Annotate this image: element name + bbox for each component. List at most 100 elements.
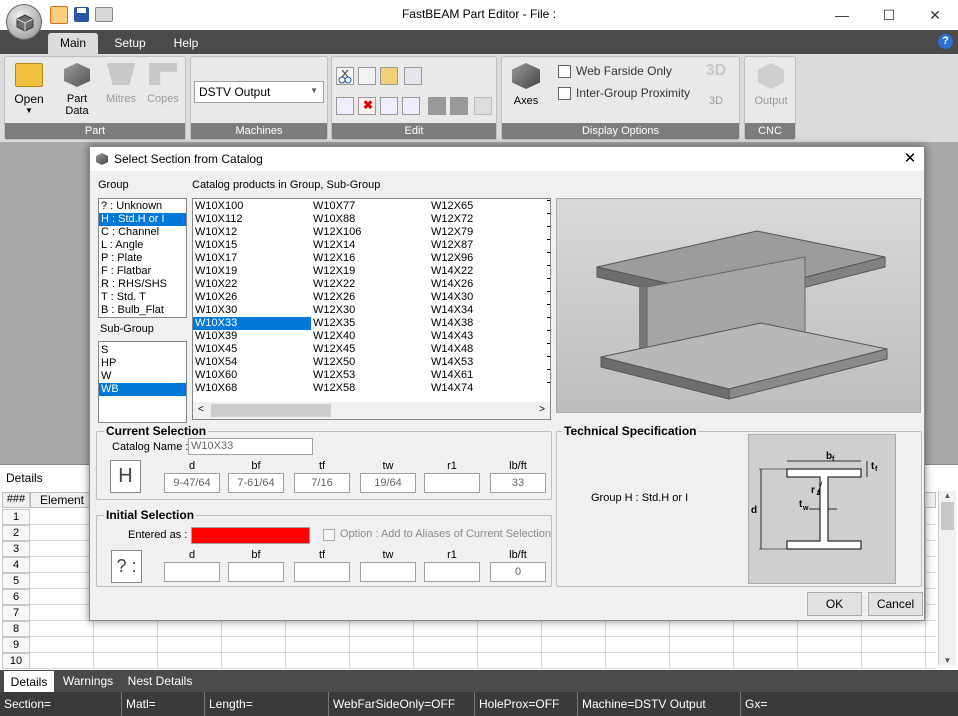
catalog-item[interactable]: W14X38 [429,317,547,330]
current-field-3[interactable]: 19/64 [360,473,416,493]
catalog-item[interactable]: W12X96 [429,252,547,265]
catalog-item[interactable]: W10X39 [193,330,311,343]
catalog-item[interactable]: W10X15 [193,239,311,252]
catalog-item[interactable]: W12X79 [429,226,547,239]
initial-field-3[interactable] [360,562,416,582]
catalog-item[interactable]: W14X43 [429,330,547,343]
maximize-button[interactable]: ☐ [866,0,912,30]
catalog-item[interactable]: W10X26 [193,291,311,304]
catalog-item[interactable]: W14X22 [429,265,547,278]
catalog-item[interactable]: W12X53 [311,369,429,382]
scroll-left-icon[interactable]: < [198,404,204,415]
group-list-item[interactable]: R : RHS/SHS [99,278,186,291]
profile-left-icon[interactable] [428,97,446,115]
catalog-item[interactable]: W12X65 [429,200,547,213]
ok-button[interactable]: OK [807,592,862,616]
group-list-item[interactable]: P : Plate [99,252,186,265]
3d-button[interactable]: 3D 3D [698,61,734,121]
table-row[interactable] [30,637,936,653]
subgroup-list-item[interactable]: S [99,344,186,357]
catalog-item[interactable]: W10X30 [193,304,311,317]
dialog-close-button[interactable]: ✕ [900,149,920,169]
catalog-item[interactable]: W10X77 [311,200,429,213]
initial-field-4[interactable] [424,562,480,582]
part-data-button[interactable]: Part Data [57,61,97,123]
current-field-4[interactable] [424,473,480,493]
catalog-item[interactable]: W10X88 [311,213,429,226]
tab-setup[interactable]: Setup [104,33,156,54]
group-list-item[interactable]: C : Channel [99,226,186,239]
current-field-1[interactable]: 7-61/64 [228,473,284,493]
current-field-0[interactable]: 9-47/64 [164,473,220,493]
catalog-item[interactable]: W10X12 [193,226,311,239]
catalog-item[interactable]: W10X22 [193,278,311,291]
catalog-item[interactable]: W12X58 [311,382,429,395]
catalog-item[interactable]: W10X112 [193,213,311,226]
catalog-item[interactable]: W12X45 [311,343,429,356]
catalog-name-field[interactable]: W10X33 [188,438,313,455]
current-field-2[interactable]: 7/16 [294,473,350,493]
catalog-item[interactable]: W14X61 [429,369,547,382]
subgroup-list-item[interactable]: WB [99,383,186,396]
catalog-item[interactable]: W12X30 [311,304,429,317]
machine-select[interactable]: DSTV Output ▼ [194,81,324,103]
initial-field-1[interactable] [228,562,284,582]
catalog-item[interactable]: W12X35 [311,317,429,330]
initial-field-0[interactable] [164,562,220,582]
vertical-scrollbar[interactable]: ▲ ▼ [938,491,956,665]
copy-icon[interactable] [358,67,376,85]
catalog-item[interactable]: W12X22 [311,278,429,291]
paste-icon[interactable] [380,67,398,85]
scroll-right-icon[interactable]: > [539,404,545,415]
catalog-scroll-thumb[interactable] [211,404,331,417]
catalog-item[interactable]: W14X30 [429,291,547,304]
close-window-button[interactable]: ✕ [912,0,958,30]
tab-nest-details[interactable]: Nest Details [122,670,198,692]
web-farside-checkbox[interactable] [558,65,571,78]
catalog-item[interactable]: W10X33 [193,317,311,330]
catalog-item[interactable]: W12X50 [311,356,429,369]
catalog-item[interactable]: W10X17 [193,252,311,265]
catalog-item[interactable]: W10X60 [193,369,311,382]
help-icon[interactable]: ? [938,34,953,49]
copes-button[interactable]: Copes [143,61,183,123]
scroll-down-icon[interactable]: ▼ [939,656,956,665]
initial-field-2[interactable] [294,562,350,582]
open-button[interactable]: Open ▼ [9,61,49,123]
tab-warnings[interactable]: Warnings [58,670,118,692]
cancel-button[interactable]: Cancel [868,592,923,616]
tab-main[interactable]: Main [48,33,98,54]
group-list-item[interactable]: F : Flatbar [99,265,186,278]
catalog-listbox[interactable]: W10X100 W10X112 W10X12 W10X15 W10X17 W10X19 W1… [192,198,551,420]
table-row[interactable] [30,621,936,637]
minimize-button[interactable]: — [819,0,865,30]
catalog-item[interactable]: W14X34 [429,304,547,317]
output-button[interactable]: Output [749,61,793,121]
subgroup-listbox[interactable]: S HP W WB [98,341,187,423]
insert-row-icon[interactable] [336,97,354,115]
catalog-item[interactable]: W10X68 [193,382,311,395]
catalog-item[interactable]: W12X106 [311,226,429,239]
group-list-item[interactable]: L : Angle [99,239,186,252]
current-field-5[interactable]: 33 [490,473,546,493]
entered-as-field[interactable] [191,527,310,544]
catalog-item[interactable]: W10X19 [193,265,311,278]
catalog-item[interactable]: W12X14 [311,239,429,252]
group-list-item[interactable]: ? : Unknown [99,200,186,213]
catalog-item[interactable]: W14X26 [429,278,547,291]
catalog-item[interactable]: W14X53 [429,356,547,369]
catalog-item[interactable]: W12X19 [311,265,429,278]
catalog-item[interactable]: W10X100 [193,200,311,213]
app-logo-icon[interactable] [6,4,42,40]
group-listbox[interactable]: ? : Unknown H : Std.H or IC : Channel L : … [98,198,187,318]
catalog-hscrollbar[interactable]: < > [193,402,550,419]
catalog-item[interactable]: W12X26 [311,291,429,304]
catalog-item[interactable]: W14X74 [429,382,547,395]
scroll-up-icon[interactable]: ▲ [939,491,956,500]
catalog-item[interactable]: W12X72 [429,213,547,226]
move-down-icon[interactable] [402,97,420,115]
add-alias-checkbox[interactable] [323,529,335,541]
catalog-item[interactable]: W14X48 [429,343,547,356]
tab-help[interactable]: Help [164,33,208,54]
initial-field-5[interactable]: 0 [490,562,546,582]
